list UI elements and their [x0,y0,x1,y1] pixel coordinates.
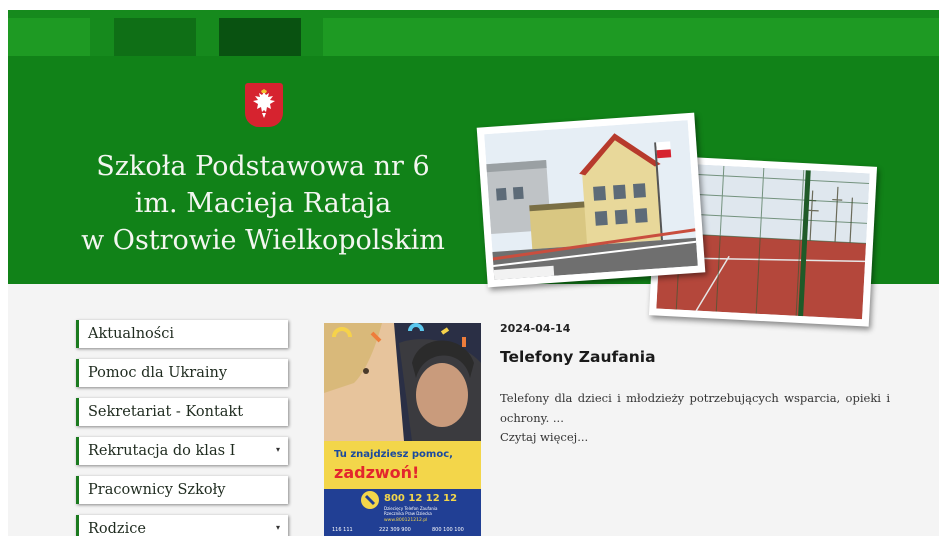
poster-headline: Tu znajdziesz pomoc, [334,449,453,460]
article-excerpt: Telefony dla dzieci i młodzieży potrzebu… [500,391,890,425]
article-title[interactable]: Telefony Zaufania [500,348,890,366]
polish-eagle-emblem-icon [245,83,283,127]
side-menu: Aktualności Pomoc dla Ukrainy Sekretaria… [76,320,288,536]
school-name: Szkoła Podstawowa nr 6 im. Macieja Rataj… [58,148,468,259]
menu-item-label: Rekrutacja do klas I [88,443,236,459]
menu-item-sekretariat-kontakt[interactable]: Sekretariat - Kontakt [76,398,288,426]
menu-item-label: Aktualności [88,326,174,342]
menu-item-pracownicy[interactable]: Pracownicy Szkoły [76,476,288,504]
header-banner: Szkoła Podstawowa nr 6 im. Macieja Rataj… [8,56,939,327]
nav-tab-2[interactable] [114,18,196,56]
poster-headline-2: zadzwoń! [334,463,419,482]
school-name-line-3: w Ostrowie Wielkopolskim [81,225,445,256]
poster-number-2: 222 309 900 [379,527,411,533]
school-name-line-1: Szkoła Podstawowa nr 6 [96,151,430,182]
chevron-down-icon: ▾ [275,523,280,532]
read-more-link[interactable]: Czytaj więcej... [500,428,890,446]
poster-number-3: 800 100 100 [432,527,464,533]
chevron-down-icon: ▾ [275,445,280,454]
page: Szkoła Podstawowa nr 6 im. Macieja Rataj… [8,10,939,536]
nav-tab-4[interactable] [323,18,939,56]
poster-number-1: 116 111 [332,527,353,533]
menu-item-rekrutacja[interactable]: Rekrutacja do klas I ▾ [76,437,288,465]
school-building-photo [476,112,706,288]
menu-item-pomoc-dla-ukrainy[interactable]: Pomoc dla Ukrainy [76,359,288,387]
poster-website: www.800121212.pl [384,517,427,523]
poster-phone: 800 12 12 12 [384,493,457,504]
helpline-poster-image[interactable]: Tu znajdziesz pomoc, zadzwoń! 800 12 12 … [324,323,481,536]
menu-item-rodzice[interactable]: Rodzice ▾ [76,515,288,536]
menu-item-aktualnosci[interactable]: Aktualności [76,320,288,348]
menu-item-label: Pracownicy Szkoły [88,482,226,498]
nav-tab-3[interactable] [219,18,301,56]
poster-line-2: Rzecznika Praw Dziecka [384,511,432,516]
top-navigation-bar [8,10,939,56]
menu-item-label: Pomoc dla Ukrainy [88,365,228,381]
menu-item-label: Rodzice [88,521,146,536]
news-article: 2024-04-14 Telefony Zaufania Telefony dl… [500,322,890,446]
school-name-line-2: im. Macieja Rataja [134,188,392,219]
nav-tab-1[interactable] [8,18,90,56]
menu-item-label: Sekretariat - Kontakt [88,404,244,420]
